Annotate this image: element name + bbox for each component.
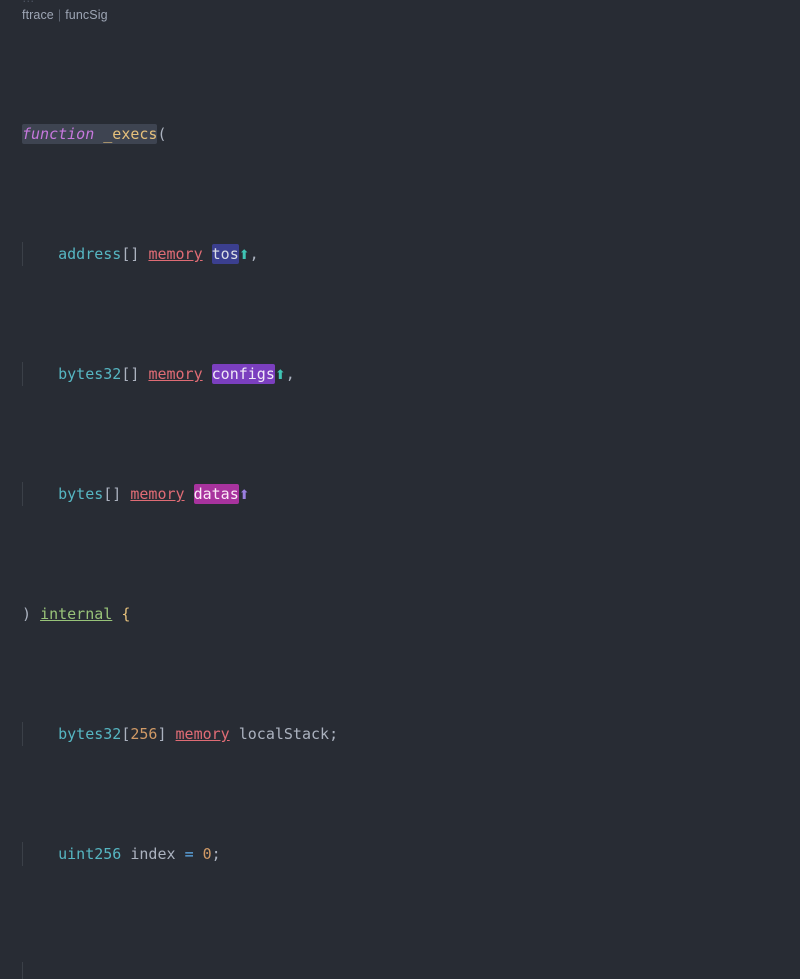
token-function-name: _execs [103, 125, 158, 143]
inlay-arrow-icon: ⬆ [274, 368, 286, 383]
code-line[interactable]: bytes32[] memory configs⬆, [0, 362, 800, 386]
token-type: bytes [58, 485, 104, 503]
inlay-arrow-icon: ⬆ [238, 248, 250, 263]
code-line[interactable]: uint256 index = 0; [0, 842, 800, 866]
token-visibility: internal [40, 605, 113, 623]
token-paren: ( [157, 125, 167, 143]
token-type: bytes32 [58, 365, 122, 383]
token-keyword-function: function [22, 125, 95, 143]
token-param-datas: datas [193, 484, 239, 504]
code-content[interactable]: function _execs( address[] memory tos⬆, … [0, 26, 800, 979]
breadcrumb[interactable]: ftrace | funcSig [22, 6, 108, 24]
code-editor[interactable]: … ftrace|funcSig function _execs( addres… [0, 0, 800, 979]
code-line[interactable]: bytes32[256] memory localStack; [0, 722, 800, 746]
code-line[interactable]: ) internal { [0, 602, 800, 626]
breadcrumb-item-funcsig[interactable]: funcSig [65, 8, 107, 22]
token-param-tos: tos [211, 244, 239, 264]
breadcrumb-separator: | [57, 8, 62, 22]
token-memory: memory [148, 245, 203, 263]
code-line[interactable]: bytes[] memory datas⬆ [0, 482, 800, 506]
clipped-top-row: … [22, 0, 35, 5]
signature-highlight: function _execs [22, 124, 158, 144]
code-line[interactable]: address[] memory tos⬆, [0, 242, 800, 266]
breadcrumb-item-ftrace[interactable]: ftrace [22, 8, 54, 22]
token-memory: memory [130, 485, 185, 503]
inlay-arrow-icon: ⬆ [238, 488, 250, 503]
code-line-blank[interactable] [0, 962, 800, 979]
code-line[interactable]: function _execs( [0, 122, 800, 146]
token-param-configs: configs [211, 364, 275, 384]
token-memory: memory [148, 365, 203, 383]
token-type: address [58, 245, 122, 263]
